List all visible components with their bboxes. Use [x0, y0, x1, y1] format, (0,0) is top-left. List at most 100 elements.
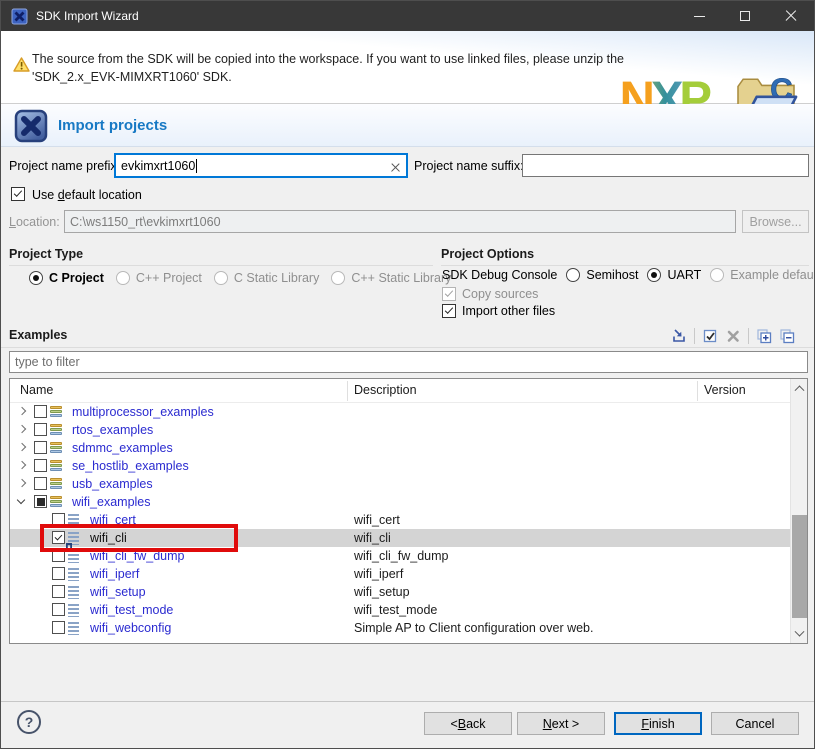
example-name[interactable]: wifi_test_mode [90, 601, 173, 619]
tree-row[interactable]: sdmmc_examples [10, 439, 791, 457]
vertical-scrollbar[interactable] [790, 379, 807, 643]
console-uart[interactable]: UART [647, 268, 701, 282]
use-default-location-label: Use default location [32, 188, 142, 202]
check-icon [14, 188, 22, 197]
project-options-separator [441, 265, 809, 266]
row-checkbox[interactable] [52, 603, 65, 616]
scrollbar-thumb[interactable] [792, 515, 807, 618]
tree-row[interactable]: wifi_webconfigSimple AP to Client config… [10, 619, 791, 637]
row-checkbox[interactable] [52, 621, 65, 634]
example-name[interactable]: usb_examples [72, 475, 153, 493]
tree-row[interactable]: rtos_examples [10, 421, 791, 439]
close-button[interactable] [768, 1, 814, 31]
example-name[interactable]: rtos_examples [72, 421, 153, 439]
chevron-collapsed-icon[interactable] [18, 479, 26, 487]
example-name[interactable]: wifi_cert [90, 511, 136, 529]
tree-row[interactable]: wifi_setup wifi_setup [10, 583, 791, 601]
scroll-up-icon[interactable] [791, 379, 808, 396]
row-checkbox[interactable] [52, 567, 65, 580]
row-checkbox[interactable] [52, 585, 65, 598]
next-button[interactable]: Next > [517, 712, 605, 735]
tree-row[interactable]: wifi_certwifi_cert [10, 511, 791, 529]
tree-row[interactable]: wifi_cliwifi_cli [10, 529, 791, 547]
row-checkbox[interactable] [34, 495, 47, 508]
chevron-collapsed-icon[interactable] [18, 461, 26, 469]
collapse-all-icon[interactable] [777, 326, 797, 346]
project-type-c-static-library[interactable]: C++ Static Library [331, 271, 451, 285]
radio-icon [214, 271, 228, 285]
copy-sources-row: Copy sources [442, 287, 538, 301]
example-name[interactable]: wifi_webconfig [90, 619, 171, 637]
expand-all-icon[interactable] [754, 326, 774, 346]
tree-row[interactable]: wifi_cli_fw_dumpwifi_cli_fw_dump [10, 547, 791, 565]
examples-separator [1, 347, 814, 348]
row-checkbox[interactable] [34, 459, 47, 472]
example-description: wifi_setup [354, 583, 410, 601]
option-import-other-files[interactable]: Import other files [442, 304, 555, 318]
example-name[interactable]: sdmmc_examples [72, 439, 173, 457]
minimize-icon [694, 16, 705, 17]
browse-button[interactable]: Browse... [742, 210, 809, 233]
help-button[interactable]: ? [17, 710, 41, 734]
scroll-down-icon[interactable] [791, 626, 808, 643]
console-semihost[interactable]: Semihost [566, 268, 638, 282]
tree-row[interactable]: se_hostlib_examples [10, 457, 791, 475]
column-divider[interactable] [347, 381, 348, 401]
row-checkbox[interactable] [34, 405, 47, 418]
category-icon [50, 496, 62, 509]
back-button[interactable]: < Back [424, 712, 512, 735]
select-all-icon[interactable] [700, 326, 720, 346]
tree-row[interactable]: wifi_iperf wifi_iperf [10, 565, 791, 583]
option-copy-sources[interactable]: Copy sources [442, 287, 538, 301]
example-name[interactable]: se_hostlib_examples [72, 457, 189, 475]
column-divider[interactable] [697, 381, 698, 401]
chevron-expanded-icon[interactable] [17, 496, 25, 504]
use-default-location-checkbox[interactable] [11, 187, 25, 201]
minimize-button[interactable] [676, 1, 722, 31]
tree-row[interactable]: multiprocessor_examples [10, 403, 791, 421]
row-checkbox[interactable] [34, 477, 47, 490]
row-checkbox[interactable] [34, 441, 47, 454]
finish-button[interactable]: Finish [614, 712, 702, 735]
chevron-collapsed-icon[interactable] [18, 425, 26, 433]
project-name-suffix-input[interactable] [522, 154, 809, 177]
suffix-label: Project name suffix: [414, 159, 524, 173]
row-checkbox[interactable] [52, 531, 65, 544]
example-name[interactable]: wifi_cli_fw_dump [90, 547, 184, 565]
category-icon [50, 424, 62, 437]
deselect-all-icon[interactable] [723, 326, 743, 346]
project-type-c-project[interactable]: C Project [29, 271, 104, 285]
tree-row[interactable]: wifi_test_modewifi_test_mode [10, 601, 791, 619]
example-name[interactable]: wifi_setup [90, 583, 146, 601]
import-archive-icon[interactable] [669, 326, 689, 346]
window-title: SDK Import Wizard [36, 9, 139, 23]
chevron-collapsed-icon[interactable] [18, 407, 26, 415]
tree-row[interactable]: usb_examples [10, 475, 791, 493]
example-name[interactable]: wifi_cli [90, 529, 127, 547]
footer-divider [1, 701, 814, 702]
example-description: wifi_iperf [354, 565, 403, 583]
project-type-c-project[interactable]: C++ Project [116, 271, 202, 285]
column-version[interactable]: Version [704, 383, 746, 397]
cancel-button[interactable]: Cancel [711, 712, 799, 735]
row-checkbox[interactable] [34, 423, 47, 436]
filter-input[interactable]: type to filter [9, 351, 808, 373]
column-description[interactable]: Description [354, 383, 417, 397]
project-name-prefix-input[interactable]: evkimxrt1060 [114, 153, 408, 178]
example-name[interactable]: wifi_examples [72, 493, 151, 511]
maximize-button[interactable] [722, 1, 768, 31]
filter-placeholder: type to filter [15, 355, 80, 369]
chevron-collapsed-icon[interactable] [18, 443, 26, 451]
row-checkbox[interactable] [52, 549, 65, 562]
examples-tree: Name Description Version multiprocessor_… [9, 378, 808, 644]
tree-row[interactable]: wifi_examples [10, 493, 791, 511]
example-name[interactable]: wifi_iperf [90, 565, 139, 583]
row-checkbox[interactable] [52, 513, 65, 526]
column-name[interactable]: Name [20, 383, 53, 397]
wizard-header: Import projects [1, 104, 814, 147]
close-icon [785, 10, 797, 22]
console-example-default[interactable]: Example default [710, 268, 815, 282]
clear-prefix-icon[interactable] [391, 163, 400, 172]
example-name[interactable]: multiprocessor_examples [72, 403, 214, 421]
project-type-c-static-library[interactable]: C Static Library [214, 271, 319, 285]
